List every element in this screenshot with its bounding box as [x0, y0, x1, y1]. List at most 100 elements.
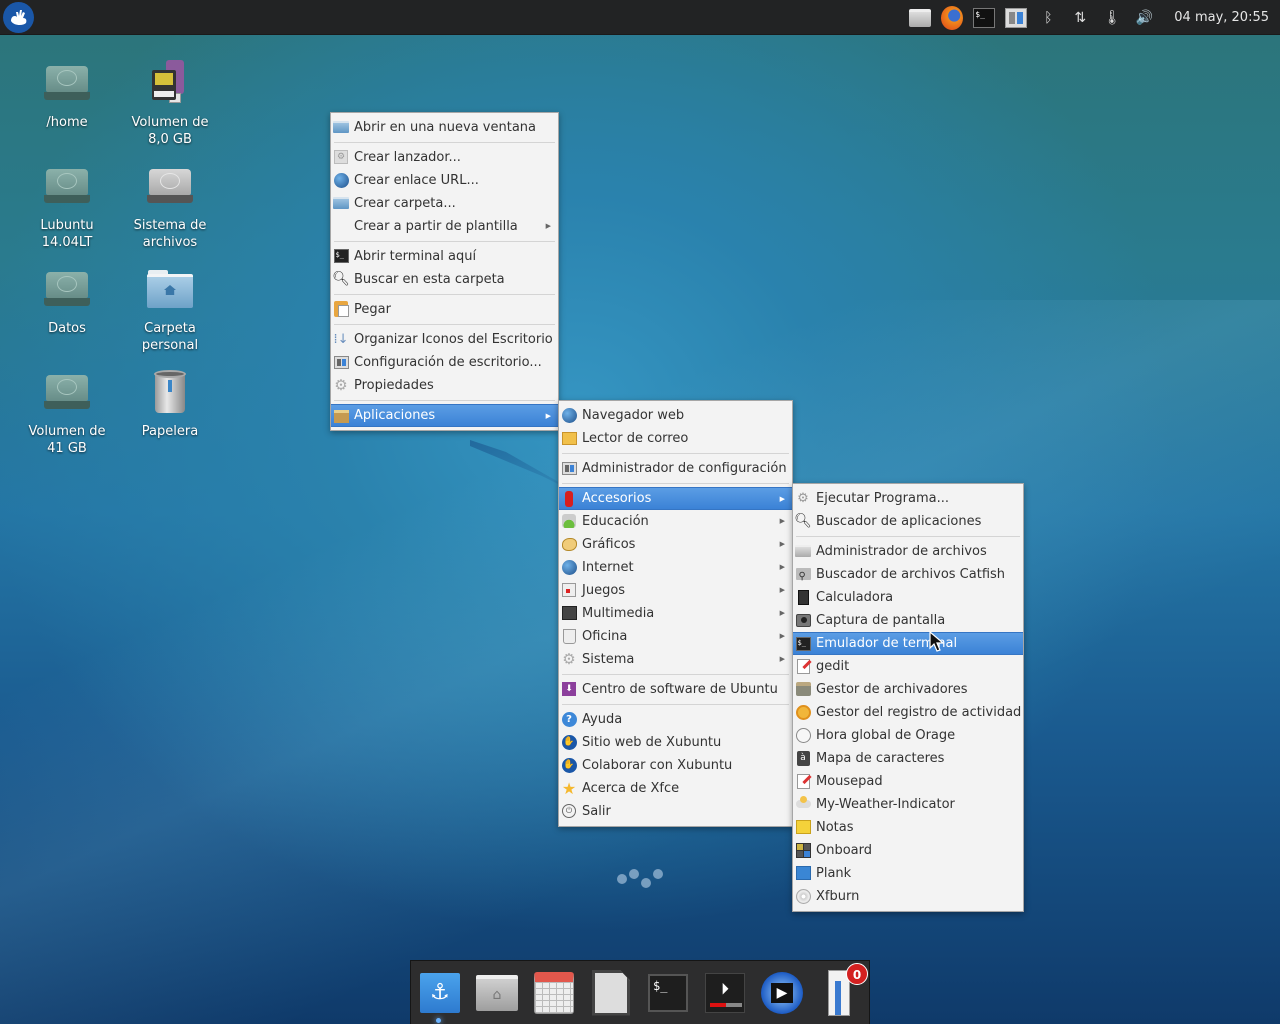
menu-item-weather-indicator[interactable]: My-Weather-Indicator [793, 793, 1023, 816]
desktop-icon-label: Volumen de 8,0 GB [131, 115, 209, 147]
home-folder-icon[interactable] [909, 7, 932, 29]
menu-item-create-from-template[interactable]: Crear a partir de plantilla ▶ [331, 215, 558, 238]
xubuntu-icon: ✋ [561, 734, 577, 750]
submenu-arrow-icon: ▶ [779, 609, 785, 617]
desktop-icon-filesystem[interactable]: Sistema de archivos [120, 161, 220, 251]
network-icon[interactable]: ⇅ [1069, 7, 1091, 29]
menu-item-gedit[interactable]: gedit [793, 655, 1023, 678]
menu-item-character-map[interactable]: à Mapa de caracteres [793, 747, 1023, 770]
dock-item-thermometer[interactable]: 0 [818, 962, 868, 1016]
menu-item-contribute-xubuntu[interactable]: ✋ Colaborar con Xubuntu [559, 754, 792, 777]
menu-item-arrange-icons[interactable]: ⁞↓ Organizar Iconos del Escritorio [331, 328, 558, 351]
submenu-arrow-icon: ▶ [779, 495, 785, 503]
power-icon: ⏻ [562, 804, 576, 818]
menu-item-logout[interactable]: ⏻ Salir [559, 800, 792, 823]
menu-item-label: Crear enlace URL... [354, 173, 479, 188]
settings-manager-icon [561, 461, 577, 475]
volume-icon[interactable]: 🔊 [1133, 7, 1155, 29]
weather-icon [795, 796, 811, 808]
office-icon [562, 628, 576, 644]
menu-separator [796, 536, 1020, 537]
workspace-switcher-icon[interactable] [1005, 7, 1028, 29]
desktop-icon-trash[interactable]: Papelera [120, 367, 220, 440]
menu-item-accessories[interactable]: Accesorios ▶ [559, 487, 792, 510]
dock-item-terminal[interactable]: $_ [647, 971, 689, 1015]
menu-item-label: Mapa de caracteres [816, 751, 945, 766]
clock[interactable]: 04 may, 20:55 [1174, 10, 1269, 25]
menu-item-create-launcher[interactable]: ⚙ Crear lanzador... [331, 146, 558, 169]
desktop-icon-datos[interactable]: Datos [17, 264, 117, 337]
desktop-icon-personal-folder[interactable]: Carpeta personal [120, 264, 220, 354]
menu-item-activity-log[interactable]: Gestor del registro de actividad [793, 701, 1023, 724]
dock-item-plank[interactable]: ⚓ [419, 971, 461, 1015]
dock-item-calendar[interactable] [533, 971, 575, 1015]
desktop-icon-volume-8gb[interactable]: Volumen de 8,0 GB [120, 58, 220, 148]
menu-item-mousepad[interactable]: Mousepad [793, 770, 1023, 793]
menu-item-properties[interactable]: ⚙ Propiedades [331, 374, 558, 397]
menu-item-label: Centro de software de Ubuntu [582, 682, 778, 697]
menu-item-internet[interactable]: Internet ▶ [559, 556, 792, 579]
menu-item-run-program[interactable]: ⚙ Ejecutar Programa... [793, 487, 1023, 510]
menu-item-onboard[interactable]: Onboard [793, 839, 1023, 862]
menu-item-create-folder[interactable]: Crear carpeta... [331, 192, 558, 215]
menu-item-catfish[interactable]: Buscador de archivos Catfish [793, 563, 1023, 588]
whisker-menu-button[interactable] [3, 2, 34, 33]
menu-item-archive-manager[interactable]: Gestor de archivadores [793, 678, 1023, 701]
running-indicator [436, 1018, 441, 1023]
menu-item-xubuntu-website[interactable]: ✋ Sitio web de Xubuntu [559, 731, 792, 754]
menu-item-search-folder[interactable]: 🔍︎ Buscar en esta carpeta [331, 268, 558, 291]
menu-item-applications[interactable]: Aplicaciones ▶ [331, 404, 558, 427]
terminal-icon[interactable]: $_ [973, 7, 996, 29]
dock-item-media-player[interactable]: ⏵ [704, 971, 746, 1015]
menu-item-graphics[interactable]: Gráficos ▶ [559, 533, 792, 556]
menu-item-xfburn[interactable]: Xfburn [793, 885, 1023, 908]
menu-item-terminal-emulator[interactable]: $_ Emulador de terminal [793, 632, 1023, 655]
desktop-icon-volume-41gb[interactable]: Volumen de 41 GB [17, 367, 117, 457]
menu-item-label: Notas [816, 820, 854, 835]
menu-item-games[interactable]: Juegos ▶ [559, 579, 792, 602]
desktop-icon-lubuntu[interactable]: Lubuntu 14.04LT [17, 161, 117, 251]
menu-item-screenshot[interactable]: Captura de pantalla [793, 609, 1023, 632]
menu-item-multimedia[interactable]: Multimedia ▶ [559, 602, 792, 625]
menu-item-about-xfce[interactable]: ★ Acerca de Xfce [559, 777, 792, 800]
menu-item-orage-clock[interactable]: Hora global de Orage [793, 724, 1023, 747]
menu-item-web-browser[interactable]: Navegador web [559, 404, 792, 427]
menu-item-notes[interactable]: Notas [793, 816, 1023, 839]
desktop-icon-home[interactable]: /home [17, 58, 117, 131]
menu-item-label: Crear a partir de plantilla [354, 219, 518, 234]
dock-item-video-player[interactable]: ▶ [761, 971, 803, 1015]
menu-item-plank[interactable]: Plank [793, 862, 1023, 885]
menu-item-create-url-link[interactable]: Crear enlace URL... [331, 169, 558, 192]
menu-item-paste[interactable]: Pegar [331, 298, 558, 321]
system-gear-icon: ⚙ [562, 649, 576, 668]
bluetooth-icon[interactable]: ᛒ [1037, 7, 1059, 29]
menu-item-mail-reader[interactable]: Lector de correo [559, 427, 792, 450]
menu-item-calculator[interactable]: Calculadora [793, 586, 1023, 609]
menu-item-desktop-settings[interactable]: Configuración de escritorio... [331, 351, 558, 374]
dock-item-office[interactable] [590, 969, 632, 1016]
menu-item-label: Mousepad [816, 774, 883, 789]
spinner-dot [629, 869, 639, 879]
menu-item-label: Buscar en esta carpeta [354, 272, 505, 287]
thermometer-icon[interactable]: 🌡 [1101, 7, 1123, 29]
menu-item-system[interactable]: ⚙ Sistema ▶ [559, 648, 792, 671]
menu-item-app-finder[interactable]: 🔍︎ Buscador de aplicaciones [793, 510, 1023, 533]
spinner-dot [617, 874, 627, 884]
menu-item-help[interactable]: ? Ayuda [559, 708, 792, 731]
menu-item-office[interactable]: Oficina ▶ [559, 625, 792, 648]
menu-item-label: Crear lanzador... [354, 150, 461, 165]
xubuntu-logo-icon [10, 9, 26, 25]
firefox-icon[interactable] [941, 5, 964, 30]
folder-icon [795, 545, 811, 557]
menu-item-label: Gestor de archivadores [816, 682, 968, 697]
dock-item-file-manager[interactable]: ⌂ [476, 971, 518, 1015]
menu-item-label: Pegar [354, 302, 391, 317]
menu-item-education[interactable]: Educación ▶ [559, 510, 792, 533]
catfish-search-icon [795, 565, 811, 588]
menu-item-open-terminal-here[interactable]: $_ Abrir terminal aquí [331, 245, 558, 268]
education-icon [562, 514, 576, 528]
menu-item-software-center[interactable]: ⬇ Centro de software de Ubuntu [559, 678, 792, 701]
menu-item-file-manager[interactable]: Administrador de archivos [793, 540, 1023, 563]
menu-item-open-new-window[interactable]: Abrir en una nueva ventana [331, 116, 558, 139]
menu-item-settings-manager[interactable]: Administrador de configuración [559, 457, 792, 480]
